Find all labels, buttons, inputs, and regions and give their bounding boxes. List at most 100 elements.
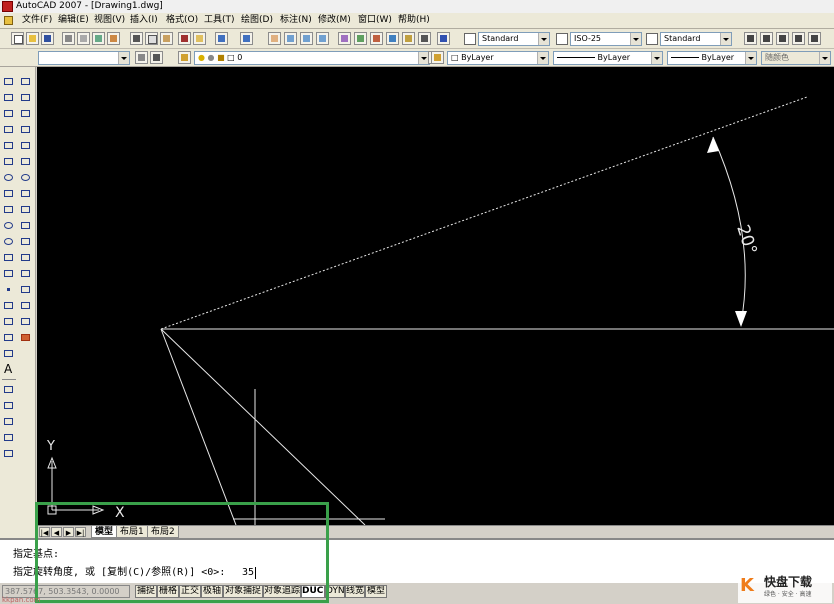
- scale-icon[interactable]: [19, 187, 33, 200]
- layer-properties-icon[interactable]: [178, 51, 191, 64]
- layer-tool-icon[interactable]: [2, 383, 16, 396]
- workspace-dropdown[interactable]: [38, 51, 130, 65]
- ortho-toggle[interactable]: 正交: [179, 585, 201, 598]
- dim-style-dropdown[interactable]: ISO-25: [570, 32, 642, 46]
- extend-icon[interactable]: [19, 235, 33, 248]
- ellipse-arc-icon[interactable]: [2, 235, 16, 248]
- arc-icon[interactable]: [2, 155, 16, 168]
- multiline-text-icon[interactable]: A: [2, 362, 16, 376]
- layer-merge-icon[interactable]: [2, 447, 16, 460]
- chamfer-icon[interactable]: [19, 299, 33, 312]
- workspace-settings-icon[interactable]: [135, 51, 148, 64]
- linear-dimension-icon[interactable]: [744, 32, 757, 45]
- menu-dimension[interactable]: 标注(N): [280, 13, 312, 28]
- layer-dropdown[interactable]: ● ● ■ □ 0: [194, 51, 430, 65]
- block-editor-icon[interactable]: [193, 32, 206, 45]
- autocad-app-icon[interactable]: [2, 1, 13, 12]
- 3d-dwf-icon[interactable]: [107, 32, 120, 45]
- tab-model[interactable]: 模型: [91, 526, 118, 538]
- tab-first-button[interactable]: |◀: [39, 527, 50, 537]
- explode-icon[interactable]: [19, 331, 33, 344]
- lineweight-dropdown[interactable]: ByLayer: [667, 51, 757, 65]
- arc-length-icon[interactable]: [776, 32, 789, 45]
- plot-style-dropdown[interactable]: 随颜色: [761, 51, 831, 65]
- rotate-icon[interactable]: [19, 171, 33, 184]
- lineweight-toggle[interactable]: 线宽: [345, 585, 365, 598]
- ducs-toggle[interactable]: DUCS: [301, 585, 325, 598]
- quickcalc-icon[interactable]: [418, 32, 431, 45]
- markup-icon[interactable]: [402, 32, 415, 45]
- join-icon[interactable]: [19, 283, 33, 296]
- copy-object-icon[interactable]: [19, 91, 33, 104]
- hatch-icon[interactable]: [2, 299, 16, 312]
- plot-icon[interactable]: [62, 32, 75, 45]
- linetype-dropdown[interactable]: ByLayer: [553, 51, 663, 65]
- circle-icon[interactable]: [2, 171, 16, 184]
- tab-layout2[interactable]: 布局2: [147, 526, 179, 538]
- undo-icon[interactable]: [215, 32, 228, 45]
- otrack-toggle[interactable]: 对象追踪: [263, 585, 301, 598]
- layer-state-icon[interactable]: [2, 399, 16, 412]
- save-workspace-icon[interactable]: [150, 51, 163, 64]
- polyline-icon[interactable]: [2, 107, 16, 120]
- tab-prev-button[interactable]: ◀: [51, 527, 62, 537]
- layer-previous-icon[interactable]: [431, 51, 444, 64]
- new-icon[interactable]: [11, 32, 24, 45]
- tool-palettes-icon[interactable]: [370, 32, 383, 45]
- command-window[interactable]: 指定基点: 指定旋转角度, 或 [复制(C)/参照(R)] <0>: 35: [0, 538, 834, 582]
- polygon-icon[interactable]: [2, 123, 16, 136]
- menu-insert[interactable]: 插入(I): [130, 13, 158, 28]
- publish-icon[interactable]: [92, 32, 105, 45]
- polar-toggle[interactable]: 极轴: [201, 585, 223, 598]
- paste-icon[interactable]: [160, 32, 173, 45]
- cut-icon[interactable]: [130, 32, 143, 45]
- help-icon[interactable]: [437, 32, 450, 45]
- sheet-set-icon[interactable]: [386, 32, 399, 45]
- menu-window[interactable]: 窗口(W): [358, 13, 392, 28]
- array-icon[interactable]: [19, 139, 33, 152]
- open-icon[interactable]: [26, 32, 39, 45]
- move-icon[interactable]: [19, 155, 33, 168]
- properties-icon[interactable]: [338, 32, 351, 45]
- layer-walk-icon[interactable]: [2, 415, 16, 428]
- plot-preview-icon[interactable]: [77, 32, 90, 45]
- command-input[interactable]: 35: [242, 566, 254, 580]
- break-at-point-icon[interactable]: [19, 251, 33, 264]
- model-toggle[interactable]: 模型: [365, 585, 387, 598]
- menu-help[interactable]: 帮助(H): [398, 13, 430, 28]
- table-style-dropdown[interactable]: Standard: [660, 32, 732, 46]
- insert-block-icon[interactable]: [2, 251, 16, 264]
- trim-icon[interactable]: [19, 219, 33, 232]
- menu-modify[interactable]: 修改(M): [318, 13, 351, 28]
- line-icon[interactable]: [2, 75, 16, 88]
- tab-last-button[interactable]: ▶|: [75, 527, 86, 537]
- text-style-dropdown[interactable]: Standard: [478, 32, 550, 46]
- fillet-icon[interactable]: [19, 315, 33, 328]
- menu-view[interactable]: 视图(V): [94, 13, 125, 28]
- construction-line-icon[interactable]: [2, 91, 16, 104]
- menu-edit[interactable]: 编辑(E): [58, 13, 89, 28]
- erase-icon[interactable]: [19, 75, 33, 88]
- tab-next-button[interactable]: ▶: [63, 527, 74, 537]
- redo-icon[interactable]: [240, 32, 253, 45]
- zoom-realtime-icon[interactable]: [284, 32, 297, 45]
- menu-draw[interactable]: 绘图(D): [241, 13, 273, 28]
- layer-isolate-icon[interactable]: [2, 431, 16, 444]
- mirror-icon[interactable]: [19, 107, 33, 120]
- snap-toggle[interactable]: 捕捉: [135, 585, 157, 598]
- zoom-previous-icon[interactable]: [316, 32, 329, 45]
- spline-icon[interactable]: [2, 203, 16, 216]
- ellipse-icon[interactable]: [2, 219, 16, 232]
- menu-tools[interactable]: 工具(T): [204, 13, 235, 28]
- pan-icon[interactable]: [268, 32, 281, 45]
- aligned-dimension-icon[interactable]: [760, 32, 773, 45]
- break-icon[interactable]: [19, 267, 33, 280]
- point-icon[interactable]: [2, 283, 16, 296]
- region-icon[interactable]: [2, 331, 16, 344]
- stretch-icon[interactable]: [19, 203, 33, 216]
- ordinate-dimension-icon[interactable]: [792, 32, 805, 45]
- grid-toggle[interactable]: 栅格: [157, 585, 179, 598]
- radius-dimension-icon[interactable]: [808, 32, 821, 45]
- color-dropdown[interactable]: □ ByLayer: [447, 51, 549, 65]
- menu-format[interactable]: 格式(O): [166, 13, 198, 28]
